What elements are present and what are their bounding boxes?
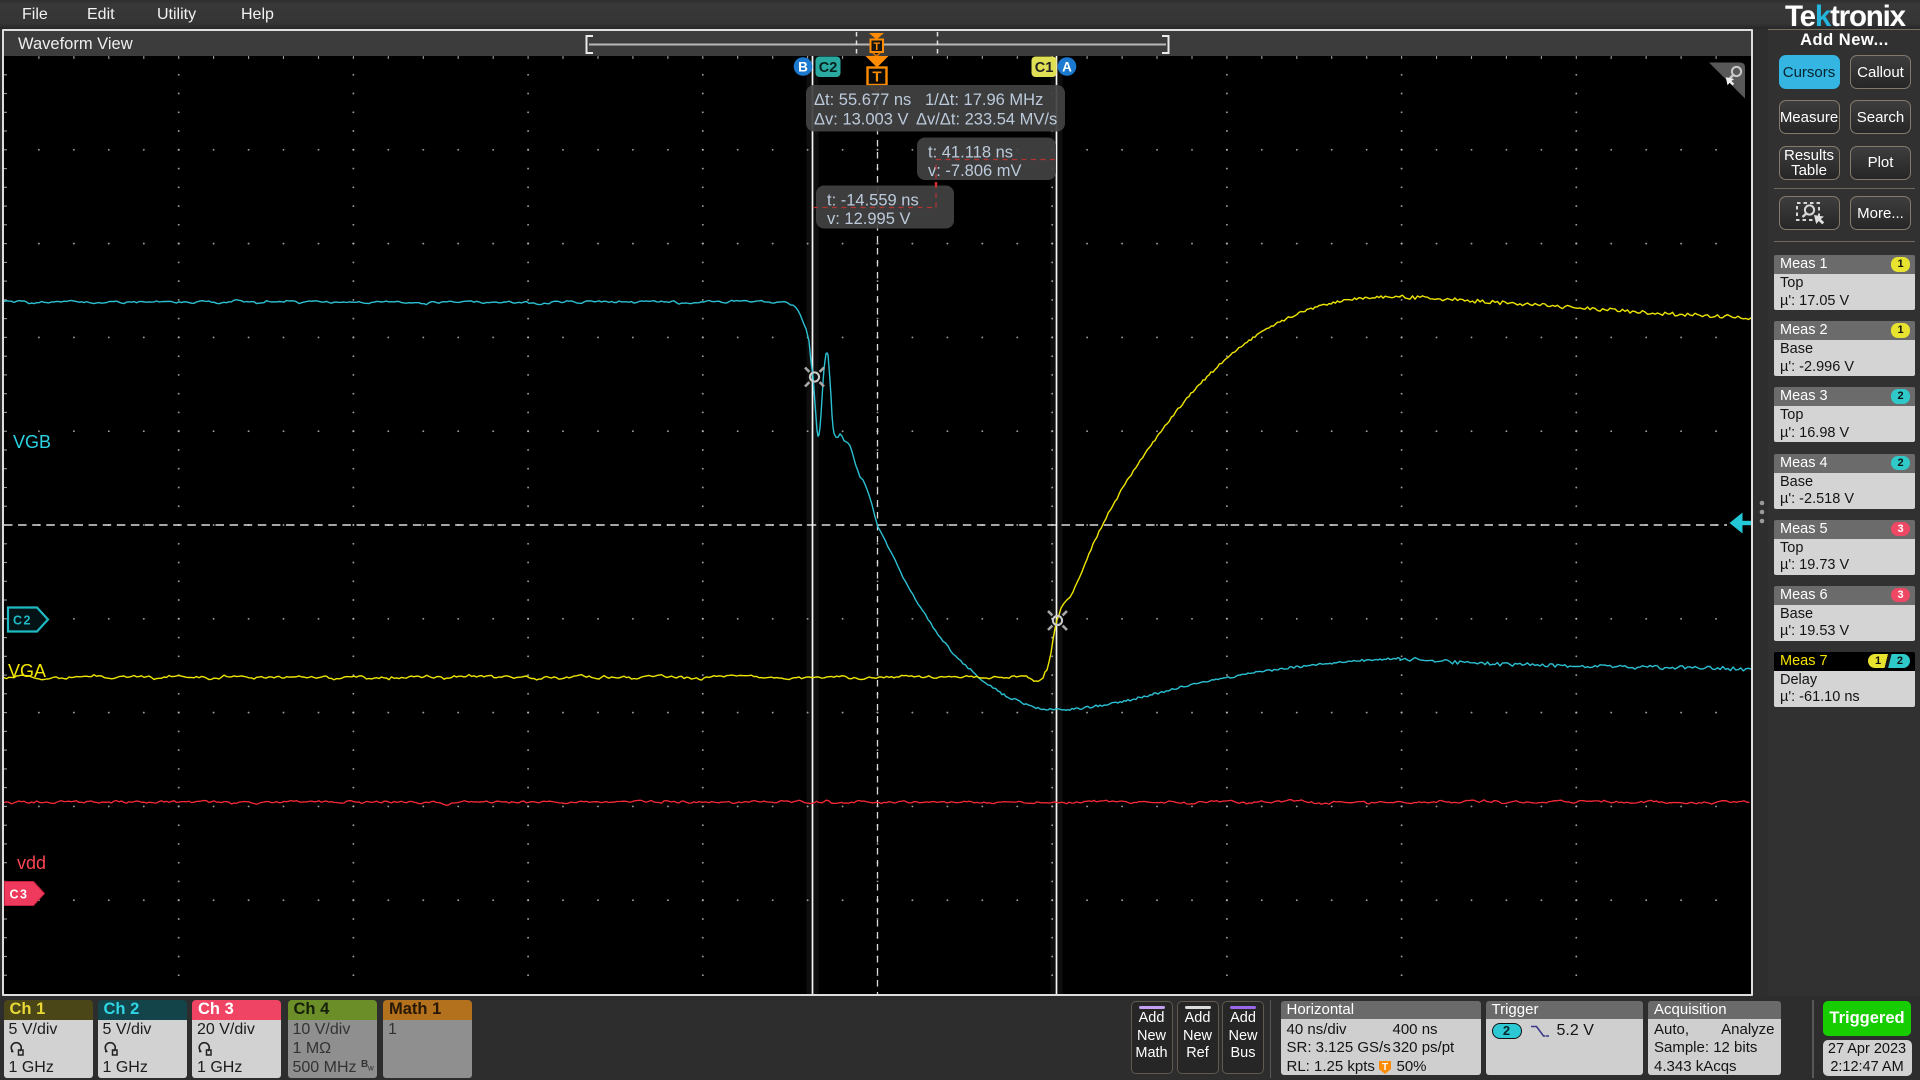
svg-text:C2: C2 [819,60,838,76]
svg-text:Δt: 55.677 ns: Δt: 55.677 ns [814,91,911,109]
svg-text:t: 41.118 ns: t: 41.118 ns [928,144,1013,162]
svg-text:C1: C1 [1035,60,1054,76]
svg-text:T: T [1381,1062,1387,1073]
svg-text:w: w [367,1063,374,1071]
svg-text:B: B [798,60,808,75]
svg-text:Δv/Δt: 233.54 MV/s: Δv/Δt: 233.54 MV/s [916,111,1057,129]
svg-text:v: -7.806 mV: v: -7.806 mV [928,162,1022,180]
svg-text:C2: C2 [13,614,32,628]
svg-text:t: -14.559 ns: t: -14.559 ns [827,192,919,210]
svg-text:A: A [1062,60,1072,75]
svg-text:1/Δt: 17.96 MHz: 1/Δt: 17.96 MHz [925,91,1043,109]
svg-text:v: 12.995 V: v: 12.995 V [827,210,910,228]
svg-text:C3: C3 [10,888,29,902]
svg-text:T: T [873,41,880,53]
svg-text:T: T [872,69,881,86]
svg-text:Δv: 13.003 V: Δv: 13.003 V [814,111,909,129]
